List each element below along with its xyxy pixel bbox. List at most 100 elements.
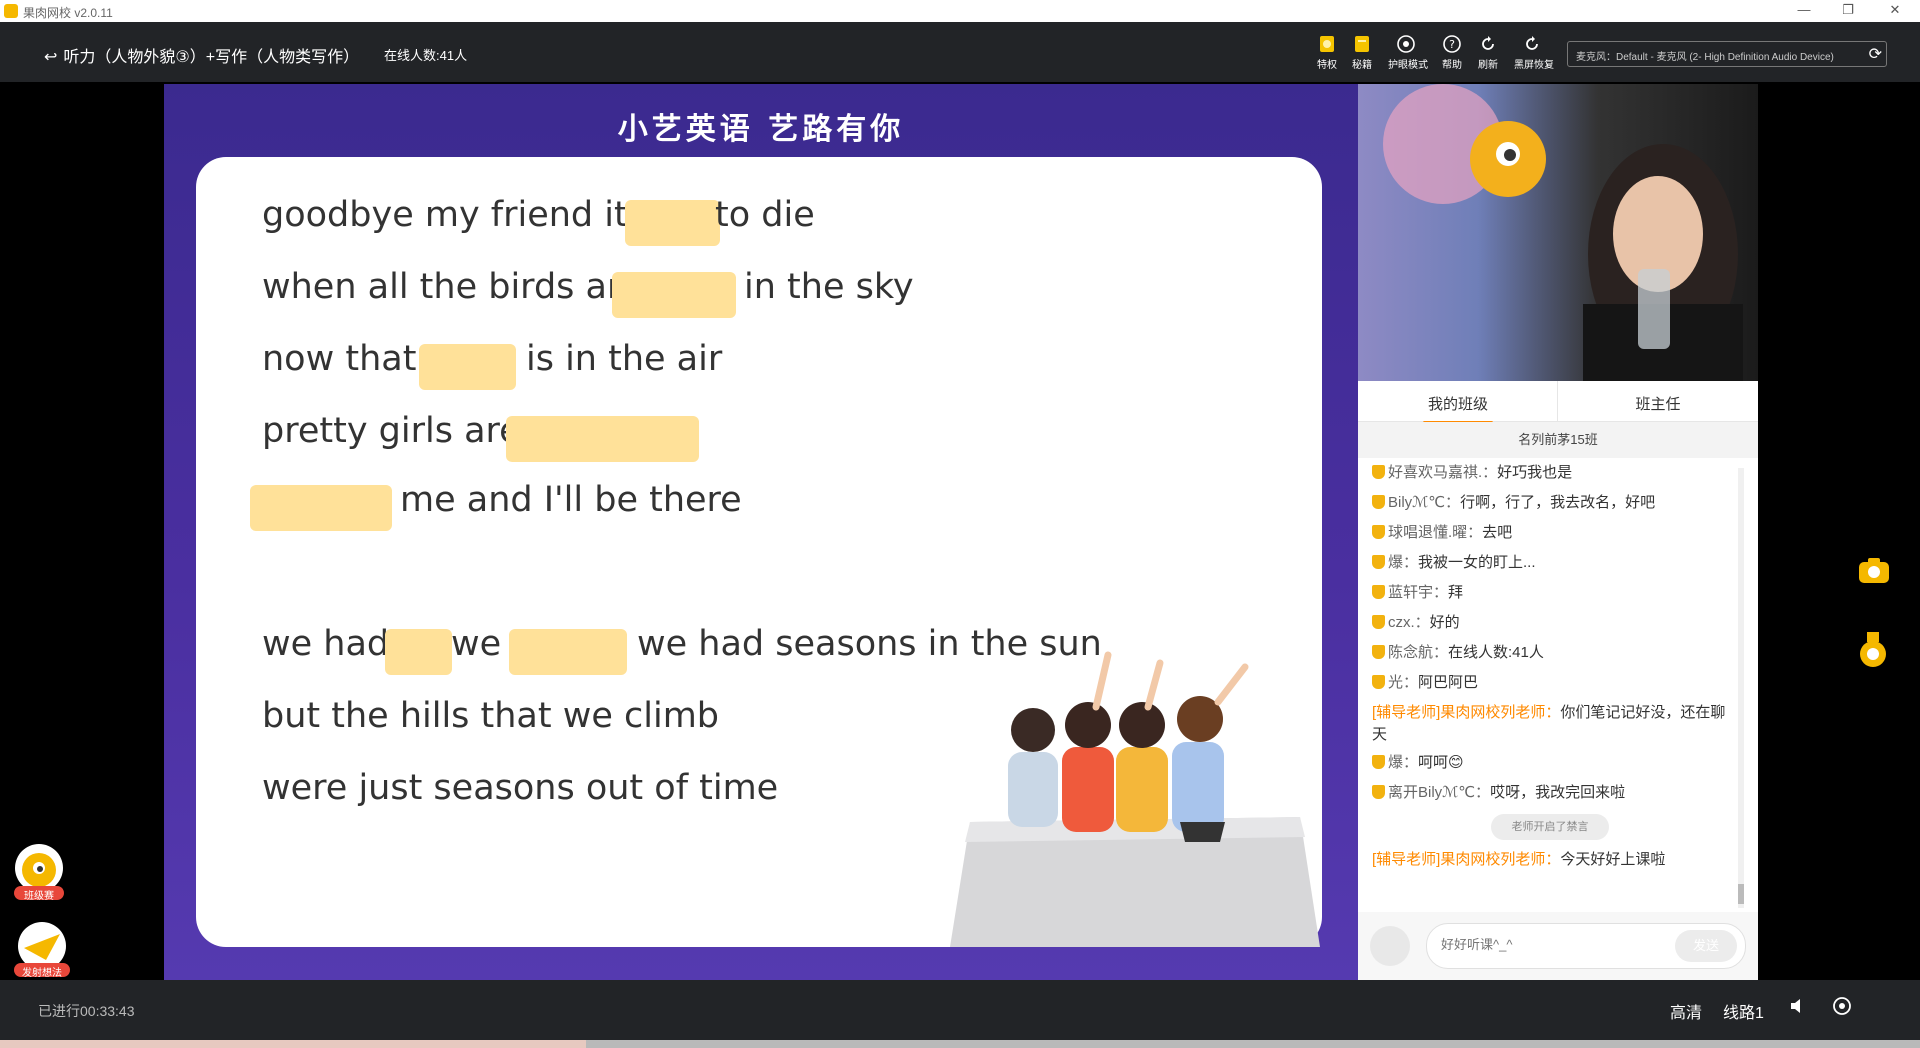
teacher-message: [辅导老师]果肉网校列老师：你们笔记记好没，还在聊天	[1372, 704, 1726, 743]
lyric-line-1-tail: to die	[715, 195, 815, 235]
privilege-button[interactable]: 特权	[1309, 34, 1345, 71]
class-race-label: 班级赛	[24, 891, 54, 902]
lyric-line-1: goodbye my friend it's	[262, 195, 656, 235]
lyric-line-7: but the hills that we climb	[262, 696, 720, 736]
chat-message: 好喜欢马嘉祺.：好巧我也是	[1372, 462, 1737, 484]
chat-list[interactable]: 好喜欢马嘉祺.：好巧我也是 Bilyℳ℃：行啊，行了，我去改名，好吧 球唱退懂.…	[1358, 462, 1758, 972]
level-badge-icon	[1372, 615, 1385, 629]
black-screen-restore-icon	[1526, 36, 1538, 50]
level-badge-icon	[1372, 525, 1385, 539]
chat-message: Bilyℳ℃：行啊，行了，我去改名，好吧	[1372, 492, 1737, 514]
level-badge-icon	[1372, 755, 1385, 769]
chat-message: 爆：我被一女的盯上...	[1372, 552, 1737, 574]
refresh-button[interactable]: 刷新	[1470, 34, 1506, 71]
emoji-icon[interactable]	[1370, 926, 1410, 966]
lyric-line-8: were just seasons out of time	[262, 768, 779, 808]
side-panel: 我的班级 班主任 名列前茅15班 好喜欢马嘉祺.：好巧我也是 Bilyℳ℃：行啊…	[1358, 84, 1758, 980]
eye-care-button[interactable]: 护眼模式	[1388, 34, 1428, 71]
privilege-icon	[1320, 36, 1334, 52]
lyric-line-5: me and I'll be there	[400, 480, 742, 520]
chat-message: 蓝轩宇：拜	[1372, 582, 1737, 604]
medal-icon[interactable]	[1858, 632, 1888, 668]
tab-head-teacher[interactable]: 班主任	[1558, 393, 1758, 414]
maximize-icon[interactable]: ❐	[1838, 2, 1858, 18]
close-icon[interactable]: ✕	[1885, 2, 1905, 18]
camera-icon[interactable]	[1857, 555, 1891, 585]
chat-input-field[interactable]: 发送	[1426, 923, 1746, 969]
kids-illustration	[950, 651, 1320, 947]
chat-input-row: 发送	[1358, 912, 1758, 980]
refresh-icon	[1482, 36, 1494, 50]
send-idea-button[interactable]: 发射想法	[10, 920, 74, 979]
help-icon: ?	[1443, 35, 1461, 53]
help-button[interactable]: ? 帮助	[1434, 34, 1470, 71]
eye-care-icon	[1397, 35, 1415, 53]
volume-icon[interactable]	[1788, 996, 1808, 1021]
chat-input[interactable]	[1439, 936, 1663, 953]
bottom-bar: 已进行00:33:43 高清 线路1	[0, 980, 1920, 1040]
chat-message: 光：阿巴阿巴	[1372, 672, 1737, 694]
playback-progress[interactable]	[0, 1040, 1920, 1048]
level-badge-icon	[1372, 785, 1385, 799]
level-badge-icon	[1372, 675, 1385, 689]
window-title: 果肉网校 v2.0.11	[23, 6, 113, 20]
level-badge-icon	[1372, 465, 1385, 479]
window-titlebar: 果肉网校 v2.0.11 — ❐ ✕	[0, 0, 1920, 22]
fill-blank	[250, 485, 392, 531]
level-badge-icon	[1372, 495, 1385, 509]
elapsed-time: 已进行00:33:43	[38, 1003, 135, 1019]
quality-button[interactable]: 高清	[1670, 999, 1702, 1023]
chat-message: czx.：好的	[1372, 612, 1737, 634]
fill-blank	[509, 629, 627, 675]
courseware-slide: 小艺英语 艺路有你 goodbye my friend it's to die …	[164, 84, 1358, 980]
fill-blank	[506, 416, 699, 462]
lyric-line-3: now that	[262, 339, 417, 379]
online-count: 在线人数:41人	[384, 48, 468, 63]
class-rank: 名列前茅15班	[1358, 422, 1758, 458]
chat-tabs: 我的班级 班主任	[1358, 381, 1758, 424]
teacher-video	[1358, 84, 1758, 381]
chat-message: 球唱退懂.曜：去吧	[1372, 522, 1737, 544]
minimize-icon[interactable]: —	[1794, 2, 1814, 17]
lyric-line-6-mid: we	[451, 624, 502, 664]
settings-icon[interactable]	[1832, 996, 1852, 1021]
kid-3	[1116, 659, 1168, 832]
fill-blank	[612, 272, 736, 318]
lyric-line-4: pretty girls are	[262, 411, 521, 451]
lyric-line-2: when all the birds are	[262, 267, 643, 307]
level-badge-icon	[1372, 645, 1385, 659]
chat-message: 陈念航：在线人数:41人	[1372, 642, 1737, 664]
kid-4	[1172, 663, 1249, 832]
secret-book-button[interactable]: 秘籍	[1344, 34, 1380, 71]
svg-text:?: ?	[1449, 38, 1455, 51]
exit-icon[interactable]: ↩	[44, 49, 57, 66]
kid-1	[1008, 708, 1058, 827]
level-badge-icon	[1372, 585, 1385, 599]
slide-title: 小艺英语 艺路有你	[617, 112, 905, 147]
route-button[interactable]: 线路1	[1723, 999, 1764, 1023]
microphone-select[interactable]: 麦克风：Default - 麦克风 (2- High Definition Au…	[1567, 41, 1887, 67]
lyrics-card: goodbye my friend it's to die when all t…	[196, 157, 1322, 947]
mic-refresh-icon[interactable]: ⟳	[1869, 44, 1882, 64]
secret-book-icon	[1355, 36, 1369, 52]
app-logo-icon	[4, 4, 18, 18]
black-screen-restore-button[interactable]: 黑屏恢复	[1514, 34, 1554, 71]
chat-message: 离开Bilyℳ℃：哎呀，我改完回来啦	[1372, 782, 1737, 804]
fill-blank	[385, 629, 452, 675]
lyric-line-3-tail: is in the air	[526, 339, 723, 379]
send-button[interactable]: 发送	[1675, 930, 1737, 962]
class-race-button[interactable]: 班级赛	[10, 842, 68, 902]
playback-progress-fill	[0, 1040, 586, 1048]
lyric-line-2-tail: in the sky	[744, 267, 914, 307]
level-badge-icon	[1372, 555, 1385, 569]
course-title[interactable]: ↩ 听力（人物外貌③）+写作（人物类写作）	[44, 43, 359, 67]
course-toolbar: ↩ 听力（人物外貌③）+写作（人物类写作） 在线人数:41人 特权 秘籍 护眼模式…	[0, 22, 1920, 82]
tab-my-class[interactable]: 我的班级	[1358, 393, 1558, 424]
fill-blank	[419, 344, 516, 390]
chat-scrollbar[interactable]	[1738, 468, 1744, 908]
fill-blank	[625, 200, 720, 246]
send-idea-label: 发射想法	[22, 968, 62, 979]
chat-scrollbar-thumb[interactable]	[1738, 884, 1744, 904]
teacher-video-feed	[1383, 84, 1743, 381]
chat-message: 爆：呵呵😊	[1372, 752, 1737, 774]
